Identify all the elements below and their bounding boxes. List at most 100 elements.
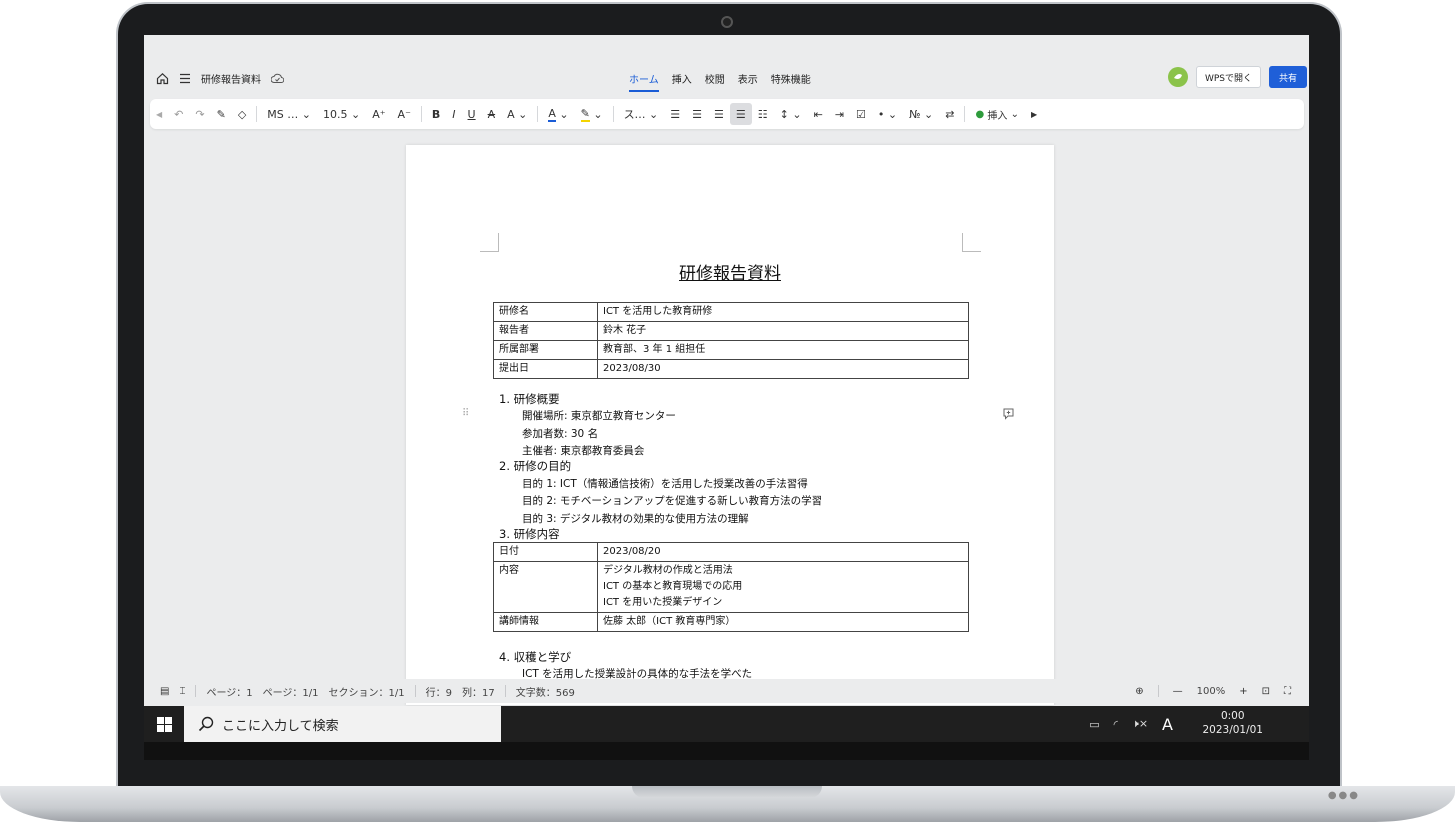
table-cell: 内容: [493, 561, 598, 613]
page-indicator: ページ：1: [206, 687, 253, 699]
page-view-icon[interactable]: ⌶: [179, 686, 185, 697]
italic-icon[interactable]: I: [446, 103, 461, 125]
section-3-heading: 3. 研修内容: [499, 527, 560, 541]
table-cell: 報告者: [493, 321, 598, 341]
zoom-level[interactable]: 100%: [1197, 686, 1226, 697]
taskbar-search-box[interactable]: ここに入力して検索: [184, 706, 501, 742]
title-bar: 研修報告資料 ホーム 挿入 校閲 表示 特殊機能 WPSで開く 共有: [144, 63, 1309, 93]
cloud-sync-icon: [271, 73, 284, 84]
table-cell: 教育部、3 年 1 組担任: [597, 340, 969, 360]
formatting-toolbar: ◀ ↶ ↷ ✎ ◇ MS … ⌄ 10.5 ⌄ A⁺ A⁻ B I U A A …: [150, 99, 1304, 129]
tab-review[interactable]: 校閲: [705, 71, 725, 92]
indicator-lights: ●●●: [1327, 790, 1360, 801]
table-row: 内容 デジタル教材の作成と活用法 ICT の基本と教育現場での応用 ICT を用…: [493, 561, 969, 613]
undo-icon[interactable]: ↶: [168, 103, 189, 125]
section-1-item: 参加者数: 30 名: [522, 428, 599, 440]
drag-handle-icon[interactable]: ⠿: [462, 408, 469, 419]
style-select[interactable]: ス… ⌄: [618, 103, 665, 125]
document-page[interactable]: 研修報告資料 研修名 ICT を活用した教育研修 報告者 鈴木 花子 所属部署 教育部…: [406, 145, 1054, 705]
superscript-icon[interactable]: A ⌄: [501, 103, 533, 125]
checkbox-icon[interactable]: ☑: [850, 103, 872, 125]
ime-indicator[interactable]: A: [1162, 715, 1173, 734]
eraser-icon[interactable]: ◇: [232, 103, 252, 125]
menu-icon[interactable]: [179, 73, 191, 84]
document-title: 研修報告資料: [679, 264, 781, 284]
section-1-heading: 1. 研修概要: [499, 392, 560, 406]
zoom-in-icon[interactable]: +: [1239, 686, 1247, 697]
avatar[interactable]: [1167, 67, 1188, 87]
table-cell: ICT を活用した教育研修: [597, 302, 969, 322]
align-right-icon[interactable]: ☰: [708, 103, 730, 125]
font-name-value: MS …: [267, 107, 299, 121]
windows-start-icon[interactable]: [144, 706, 184, 742]
home-icon[interactable]: [156, 72, 169, 85]
insert-button[interactable]: ● 挿入 ⌄: [969, 103, 1024, 125]
table-row: 所属部署 教育部、3 年 1 組担任: [493, 340, 969, 360]
zoom-out-icon[interactable]: —: [1173, 686, 1183, 697]
section-2-heading: 2. 研修の目的: [499, 459, 572, 473]
taskbar: ここに入力して検索 ▭ ◜ 🕨× A 0:00 2023/01/01: [144, 706, 1309, 742]
strikethrough-icon[interactable]: A: [482, 103, 502, 125]
share-button[interactable]: 共有: [1268, 66, 1307, 88]
wifi-icon[interactable]: ◜: [1114, 718, 1118, 731]
tab-special[interactable]: 特殊機能: [771, 71, 811, 92]
decrease-font-icon[interactable]: A⁻: [392, 103, 417, 125]
table-cell: 講師情報: [493, 612, 598, 632]
section-indicator: セクション：1/1: [328, 687, 405, 699]
format-painter-icon[interactable]: ✎: [211, 103, 232, 125]
outline-icon[interactable]: ▤: [160, 686, 169, 697]
indent-icon[interactable]: ⇥: [829, 103, 850, 125]
clock[interactable]: 0:00 2023/01/01: [1202, 709, 1263, 737]
keyboard-icon[interactable]: ▭: [1089, 718, 1099, 731]
style-value: ス…: [623, 108, 646, 121]
table-row: 講師情報 佐藤 太郎（ICT 教育専門家）: [493, 612, 969, 632]
underline-icon[interactable]: U: [462, 103, 482, 125]
open-in-wps-button[interactable]: WPSで開く: [1195, 66, 1261, 88]
insert-label: 挿入: [987, 110, 1008, 122]
status-bar: ▤ ⌶ ページ：1 ページ：1/1 セクション：1/1 行：9 列：17 文字数…: [144, 679, 1309, 703]
justify-icon[interactable]: ☰: [729, 103, 752, 125]
table-row: 日付 2023/08/20: [493, 542, 969, 562]
font-size-value: 10.5: [322, 107, 348, 121]
volume-muted-icon[interactable]: 🕨×: [1132, 717, 1148, 731]
tab-insert[interactable]: 挿入: [672, 71, 692, 92]
divider: [612, 106, 614, 122]
tab-view[interactable]: 表示: [738, 71, 758, 92]
align-center-icon[interactable]: ☰: [686, 103, 708, 125]
search-icon: [198, 716, 214, 732]
highlight-icon[interactable]: ✎ ⌄: [575, 103, 609, 125]
increase-font-icon[interactable]: A⁺: [366, 103, 391, 125]
outdent-icon[interactable]: ⇤: [808, 103, 829, 125]
add-comment-icon[interactable]: [1002, 407, 1015, 423]
distribute-icon[interactable]: ☷: [752, 103, 774, 125]
tab-home[interactable]: ホーム: [629, 71, 659, 92]
numbered-list-icon[interactable]: № ⌄: [903, 103, 939, 125]
divider: [964, 106, 966, 122]
scroll-left-icon[interactable]: ◀: [150, 103, 168, 125]
bullet-list-icon[interactable]: • ⌄: [872, 103, 903, 125]
table-row: 報告者 鈴木 花子: [493, 321, 969, 341]
line-spacing-icon[interactable]: ↕ ⌄: [774, 103, 808, 125]
divider: [504, 685, 506, 697]
font-size-select[interactable]: 10.5 ⌄: [317, 103, 366, 125]
table-cell: 提出日: [493, 359, 598, 379]
document-name[interactable]: 研修報告資料: [201, 71, 261, 86]
section-2-item: 目的 3: デジタル教材の効果的な使用方法の理解: [522, 513, 749, 525]
clock-time: 0:00: [1220, 710, 1245, 722]
align-left-icon[interactable]: ☰: [664, 103, 686, 125]
table-cell: 2023/08/20: [597, 542, 969, 562]
table-cell: 鈴木 花子: [597, 321, 969, 341]
laptop-notch: [632, 786, 822, 798]
scroll-right-icon[interactable]: ▶: [1025, 103, 1043, 125]
bold-icon[interactable]: B: [426, 103, 446, 125]
content-line: ICT の基本と教育現場での応用: [603, 581, 743, 592]
language-globe-icon[interactable]: ⊕: [1135, 686, 1143, 697]
text-direction-icon[interactable]: ⇄: [939, 103, 960, 125]
fullscreen-icon[interactable]: ⛶: [1284, 686, 1291, 697]
fit-page-icon[interactable]: ⊡: [1262, 686, 1270, 697]
font-color-icon[interactable]: A ⌄: [542, 103, 574, 125]
redo-icon[interactable]: ↷: [189, 103, 210, 125]
divider: [420, 106, 422, 122]
section-1-item: 開催場所: 東京都立教育センター: [522, 410, 676, 422]
font-name-select[interactable]: MS … ⌄: [261, 103, 317, 125]
